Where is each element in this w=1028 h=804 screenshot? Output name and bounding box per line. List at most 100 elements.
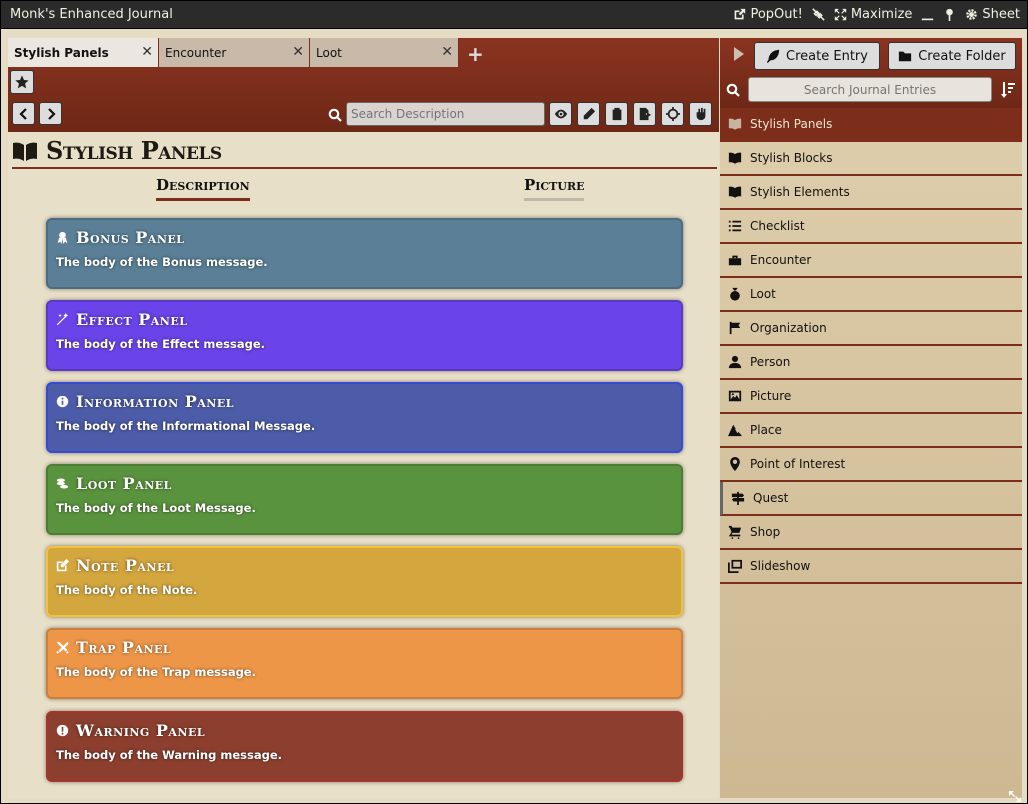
sidebar-item-stylish-elements[interactable]: Stylish Elements bbox=[720, 176, 1022, 210]
journal-content: Stylish Panels ✕ Encounter ✕ Loot ✕ + Se… bbox=[8, 38, 719, 798]
place-icon bbox=[728, 424, 742, 437]
minimize-button[interactable] bbox=[921, 8, 934, 21]
sidebar-item-label: Person bbox=[750, 355, 791, 369]
popout-button[interactable]: PopOut! bbox=[733, 7, 803, 22]
maximize-button[interactable]: Maximize bbox=[834, 7, 913, 22]
pin-button[interactable] bbox=[943, 8, 956, 21]
create-entry-label: Create Entry bbox=[786, 48, 868, 64]
sidebar-item-label: Quest bbox=[753, 491, 789, 505]
back-button[interactable] bbox=[12, 102, 35, 125]
tab-picture[interactable]: Picture bbox=[524, 176, 585, 201]
sidebar-item-label: Encounter bbox=[750, 253, 812, 267]
sidebar-item-checklist[interactable]: Checklist bbox=[720, 210, 1022, 244]
tab-loot[interactable]: Loot ✕ bbox=[310, 38, 459, 67]
sidebar-item-place[interactable]: Place bbox=[720, 414, 1022, 448]
target-button[interactable] bbox=[661, 102, 684, 126]
expand-icon bbox=[834, 8, 846, 21]
shop-icon bbox=[728, 525, 742, 539]
hand-button[interactable] bbox=[689, 102, 712, 126]
file-export-icon bbox=[639, 107, 651, 121]
panel-title: Effect Panel bbox=[76, 310, 188, 329]
tab-stylish-panels[interactable]: Stylish Panels ✕ bbox=[8, 38, 159, 67]
panel-title: Warning Panel bbox=[76, 721, 206, 740]
sidebar-item-label: Loot bbox=[750, 287, 776, 301]
effect-panel: Effect Panel The body of the Effect mess… bbox=[46, 300, 683, 371]
edit-button[interactable] bbox=[577, 102, 600, 126]
title-divider bbox=[12, 167, 717, 169]
tab-label: Stylish Panels bbox=[14, 45, 109, 60]
tab-description[interactable]: Description bbox=[156, 176, 250, 201]
folder-icon bbox=[899, 51, 912, 62]
coins-icon bbox=[56, 478, 69, 489]
collapse-sidebar-icon[interactable] bbox=[733, 46, 745, 61]
book-open-icon bbox=[728, 152, 742, 164]
sidebar-item-slideshow[interactable]: Slideshow bbox=[720, 550, 1022, 584]
panel-title: Trap Panel bbox=[76, 638, 172, 657]
warning-panel: Warning Panel The body of the Warning me… bbox=[46, 711, 683, 782]
create-folder-button[interactable]: Create Folder bbox=[888, 42, 1016, 70]
description-search-input[interactable] bbox=[346, 102, 545, 126]
panel-body: The body of the Bonus message. bbox=[56, 255, 268, 269]
panel-body: The body of the Trap message. bbox=[56, 665, 256, 679]
sidebar-item-label: Shop bbox=[750, 525, 781, 539]
unlink-button[interactable] bbox=[812, 8, 825, 21]
money-bag-icon bbox=[730, 287, 740, 301]
image-icon bbox=[728, 390, 742, 402]
panel-body: The body of the Effect message. bbox=[56, 337, 266, 351]
sidebar-item-quest[interactable]: Quest bbox=[720, 482, 1022, 516]
star-icon bbox=[15, 75, 29, 89]
sidebar-item-label: Stylish Elements bbox=[750, 185, 850, 199]
page-title: Stylish Panels bbox=[12, 136, 222, 165]
bonus-panel: Bonus Panel The body of the Bonus messag… bbox=[46, 218, 683, 289]
panel-body: The body of the Informational Message. bbox=[56, 419, 316, 433]
sidebar-item-organization[interactable]: Organization bbox=[720, 312, 1022, 346]
list-icon bbox=[728, 220, 742, 232]
sidebar-item-picture[interactable]: Picture bbox=[720, 380, 1022, 414]
hand-icon bbox=[696, 107, 705, 121]
sidebar-item-loot[interactable]: Loot bbox=[720, 278, 1022, 312]
close-tab-icon[interactable]: ✕ bbox=[441, 44, 453, 60]
user-icon bbox=[728, 355, 742, 369]
clipboard-icon bbox=[612, 107, 621, 121]
panel-title: Note Panel bbox=[76, 556, 175, 575]
chevron-right-icon bbox=[47, 107, 56, 120]
search-icon bbox=[328, 107, 342, 122]
create-entry-button[interactable]: Create Entry bbox=[754, 42, 880, 70]
window-titlebar[interactable]: Monk's Enhanced Journal PopOut! Maximize… bbox=[1, 1, 1027, 29]
sidebar-item-stylish-blocks[interactable]: Stylish Blocks bbox=[720, 142, 1022, 176]
sidebar-item-label: Place bbox=[750, 423, 782, 437]
journal-directory-sidebar: Create Entry Create Folder Stylish Panel… bbox=[720, 38, 1022, 798]
resize-handle-icon[interactable] bbox=[1008, 788, 1022, 802]
information-panel: Information Panel The body of the Inform… bbox=[46, 382, 683, 453]
create-folder-label: Create Folder bbox=[918, 48, 1006, 64]
panel-body: The body of the Loot Message. bbox=[56, 501, 256, 515]
close-tab-icon[interactable]: ✕ bbox=[292, 44, 304, 60]
images-icon bbox=[728, 559, 742, 573]
feather-icon bbox=[766, 49, 780, 63]
bookmark-star-button[interactable] bbox=[10, 70, 34, 94]
trap-panel: Trap Panel The body of the Trap message. bbox=[46, 628, 683, 699]
maximize-label: Maximize bbox=[850, 7, 913, 22]
sidebar-item-label: Organization bbox=[750, 321, 827, 335]
info-icon bbox=[56, 395, 69, 408]
clipboard-button[interactable] bbox=[605, 102, 628, 126]
tab-encounter[interactable]: Encounter ✕ bbox=[159, 38, 310, 67]
tab-label: Encounter bbox=[165, 45, 227, 60]
panel-title: Loot Panel bbox=[76, 474, 172, 493]
panel-body: The body of the Note. bbox=[56, 583, 198, 597]
signpost-icon bbox=[731, 491, 745, 505]
forward-button[interactable] bbox=[39, 102, 62, 125]
sheet-button[interactable]: Sheet bbox=[965, 7, 1020, 22]
show-player-button[interactable] bbox=[549, 102, 572, 126]
sidebar-item-encounter[interactable]: Encounter bbox=[720, 244, 1022, 278]
sidebar-item-stylish-panels[interactable]: Stylish Panels bbox=[720, 108, 1022, 142]
sidebar-item-point-of-interest[interactable]: Point of Interest bbox=[720, 448, 1022, 482]
sort-icon[interactable] bbox=[1000, 81, 1016, 99]
close-tab-icon[interactable]: ✕ bbox=[141, 44, 153, 60]
journal-search-input[interactable] bbox=[748, 77, 992, 102]
sidebar-item-label: Picture bbox=[750, 389, 792, 403]
sidebar-item-shop[interactable]: Shop bbox=[720, 516, 1022, 550]
sidebar-item-person[interactable]: Person bbox=[720, 346, 1022, 380]
add-tab-plus-icon[interactable]: + bbox=[467, 42, 484, 66]
export-button[interactable] bbox=[633, 102, 656, 126]
